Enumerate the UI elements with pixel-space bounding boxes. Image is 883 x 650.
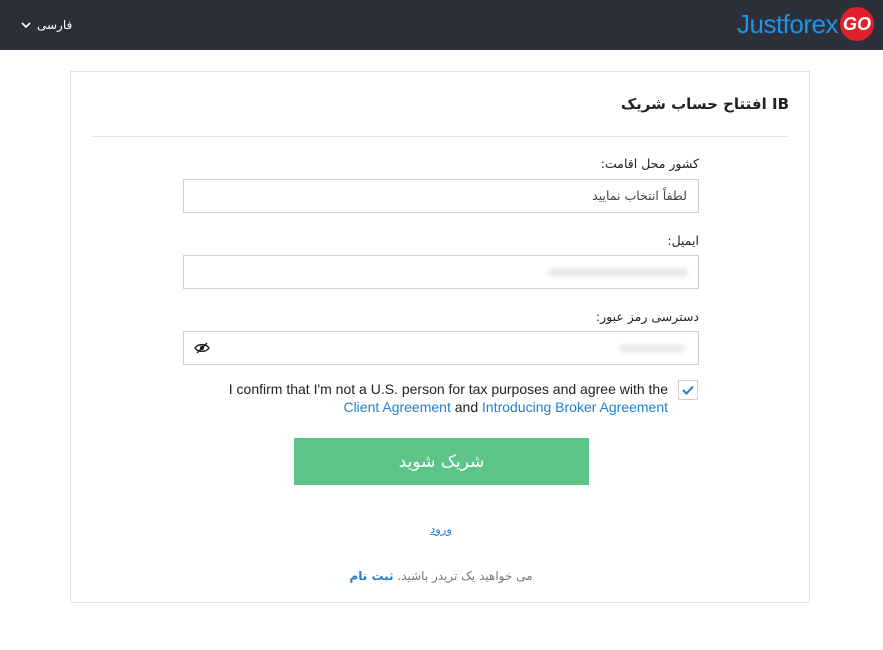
eye-slash-icon[interactable]	[194, 342, 210, 354]
submit-button[interactable]: شریک شوید	[294, 438, 589, 485]
country-select-value: لطفاً انتخاب نمایید	[592, 188, 687, 203]
email-label: ایمیل:	[667, 233, 699, 248]
register-line: می خواهید یک تریدر باشید. ثبت نام	[71, 569, 811, 583]
logo-text: Justforex	[737, 8, 839, 39]
password-value-blurred	[620, 344, 684, 353]
page-title: IB افتتاح حساب شریک	[620, 95, 789, 113]
signup-card: IB افتتاح حساب شریک کشور محل اقامت: لطفا…	[70, 71, 810, 603]
email-value-blurred	[548, 268, 688, 277]
email-field[interactable]	[183, 255, 699, 289]
language-label: فارسی	[37, 18, 73, 32]
consent-checkbox[interactable]	[678, 380, 698, 400]
password-label: دسترسی رمز عبور:	[595, 309, 699, 324]
checkmark-icon	[682, 385, 694, 395]
register-link[interactable]: ثبت نام	[349, 569, 393, 583]
language-selector[interactable]: فارسی	[21, 16, 72, 34]
consent-and: and	[450, 399, 482, 415]
ib-agreement-link[interactable]: Introducing Broker Agreement	[482, 399, 668, 415]
logo-badge: GO	[840, 7, 874, 41]
consent-prefix: I confirm that I'm not a U.S. person for…	[228, 381, 668, 397]
country-label: کشور محل اقامت:	[600, 156, 699, 171]
password-field[interactable]	[183, 331, 699, 365]
client-agreement-link[interactable]: Client Agreement	[343, 399, 450, 415]
brand-logo[interactable]: Justforex GO	[737, 7, 874, 41]
chevron-down-icon	[21, 21, 31, 28]
title-divider	[92, 136, 789, 137]
register-prompt: می خواهید یک تریدر باشید.	[397, 569, 533, 583]
top-bar: فارسی Justforex GO	[0, 0, 883, 50]
country-select[interactable]: لطفاً انتخاب نمایید	[183, 179, 699, 213]
login-link[interactable]: ورود	[71, 522, 811, 536]
consent-text: I confirm that I'm not a U.S. person for…	[221, 380, 668, 416]
